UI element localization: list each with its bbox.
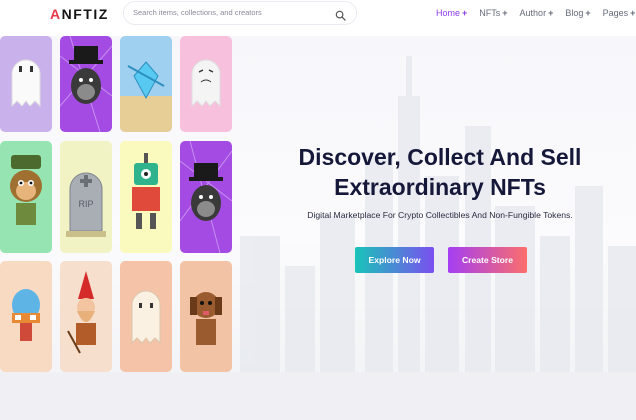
nav-nfts-label: NFTs <box>479 8 501 18</box>
nav-plus-icon: + <box>585 8 591 18</box>
nft-card-gnome[interactable] <box>60 261 112 372</box>
nft-card-dog[interactable] <box>180 261 232 372</box>
logo[interactable]: ANFTIZ <box>50 6 109 22</box>
search-box[interactable]: Search items, collections, and creators <box>123 1 357 25</box>
hero-section: RIP Discover, Collect And Sell Extraordi… <box>0 36 636 372</box>
nav-pages[interactable]: Pages + <box>603 8 636 18</box>
search-input[interactable]: Search items, collections, and creators <box>133 8 262 17</box>
svg-text:RIP: RIP <box>78 199 93 209</box>
nav-home-label: Home <box>436 8 461 18</box>
nft-card-monkey-green[interactable] <box>0 141 52 253</box>
nft-card-ghost-pink[interactable] <box>180 36 232 132</box>
logo-letters-iz: IZ <box>93 6 109 22</box>
search-icon[interactable] <box>335 8 346 21</box>
city-skyline-background <box>240 56 636 372</box>
next-section-strip <box>0 372 636 420</box>
logo-letters-nft: NFT <box>61 6 94 22</box>
nav-author[interactable]: Author + <box>520 8 554 18</box>
nft-card-ghost-cream[interactable] <box>120 261 172 372</box>
logo-letter-a: A <box>50 6 62 22</box>
top-header: ANFTIZ Search items, collections, and cr… <box>0 0 636 28</box>
nav-plus-icon: + <box>630 8 636 18</box>
nav-plus-icon: + <box>502 8 508 18</box>
explore-now-button[interactable]: Explore Now <box>355 247 434 273</box>
hero-title-line-1: Discover, Collect And Sell <box>298 144 582 170</box>
nft-card-tombstone-rip[interactable]: RIP <box>60 141 112 253</box>
nft-card-crystal[interactable] <box>120 36 172 132</box>
nft-card-ape-purple[interactable] <box>60 36 112 132</box>
nft-card-ape-purple-2[interactable] <box>180 141 232 253</box>
nav-home[interactable]: Home + <box>436 8 467 18</box>
nft-card-ghost[interactable] <box>0 36 52 132</box>
nav-author-label: Author <box>519 8 547 18</box>
nav-nfts[interactable]: NFTs + <box>479 8 507 18</box>
create-store-button[interactable]: Create Store <box>448 247 527 273</box>
main-nav: Home + NFTs + Author + Blog + Pages + <box>436 8 635 18</box>
nav-plus-icon: + <box>462 8 468 18</box>
nav-plus-icon: + <box>548 8 554 18</box>
nft-card-robot-egg[interactable] <box>0 261 52 372</box>
hero-title-line-2: Extraordinary NFTs <box>334 174 546 200</box>
nav-blog-label: Blog <box>565 8 584 18</box>
nft-card-robot-green[interactable] <box>120 141 172 253</box>
nav-blog[interactable]: Blog + <box>565 8 590 18</box>
nav-pages-label: Pages <box>602 8 629 18</box>
hero-subtitle: Digital Marketplace For Crypto Collectib… <box>307 210 573 220</box>
